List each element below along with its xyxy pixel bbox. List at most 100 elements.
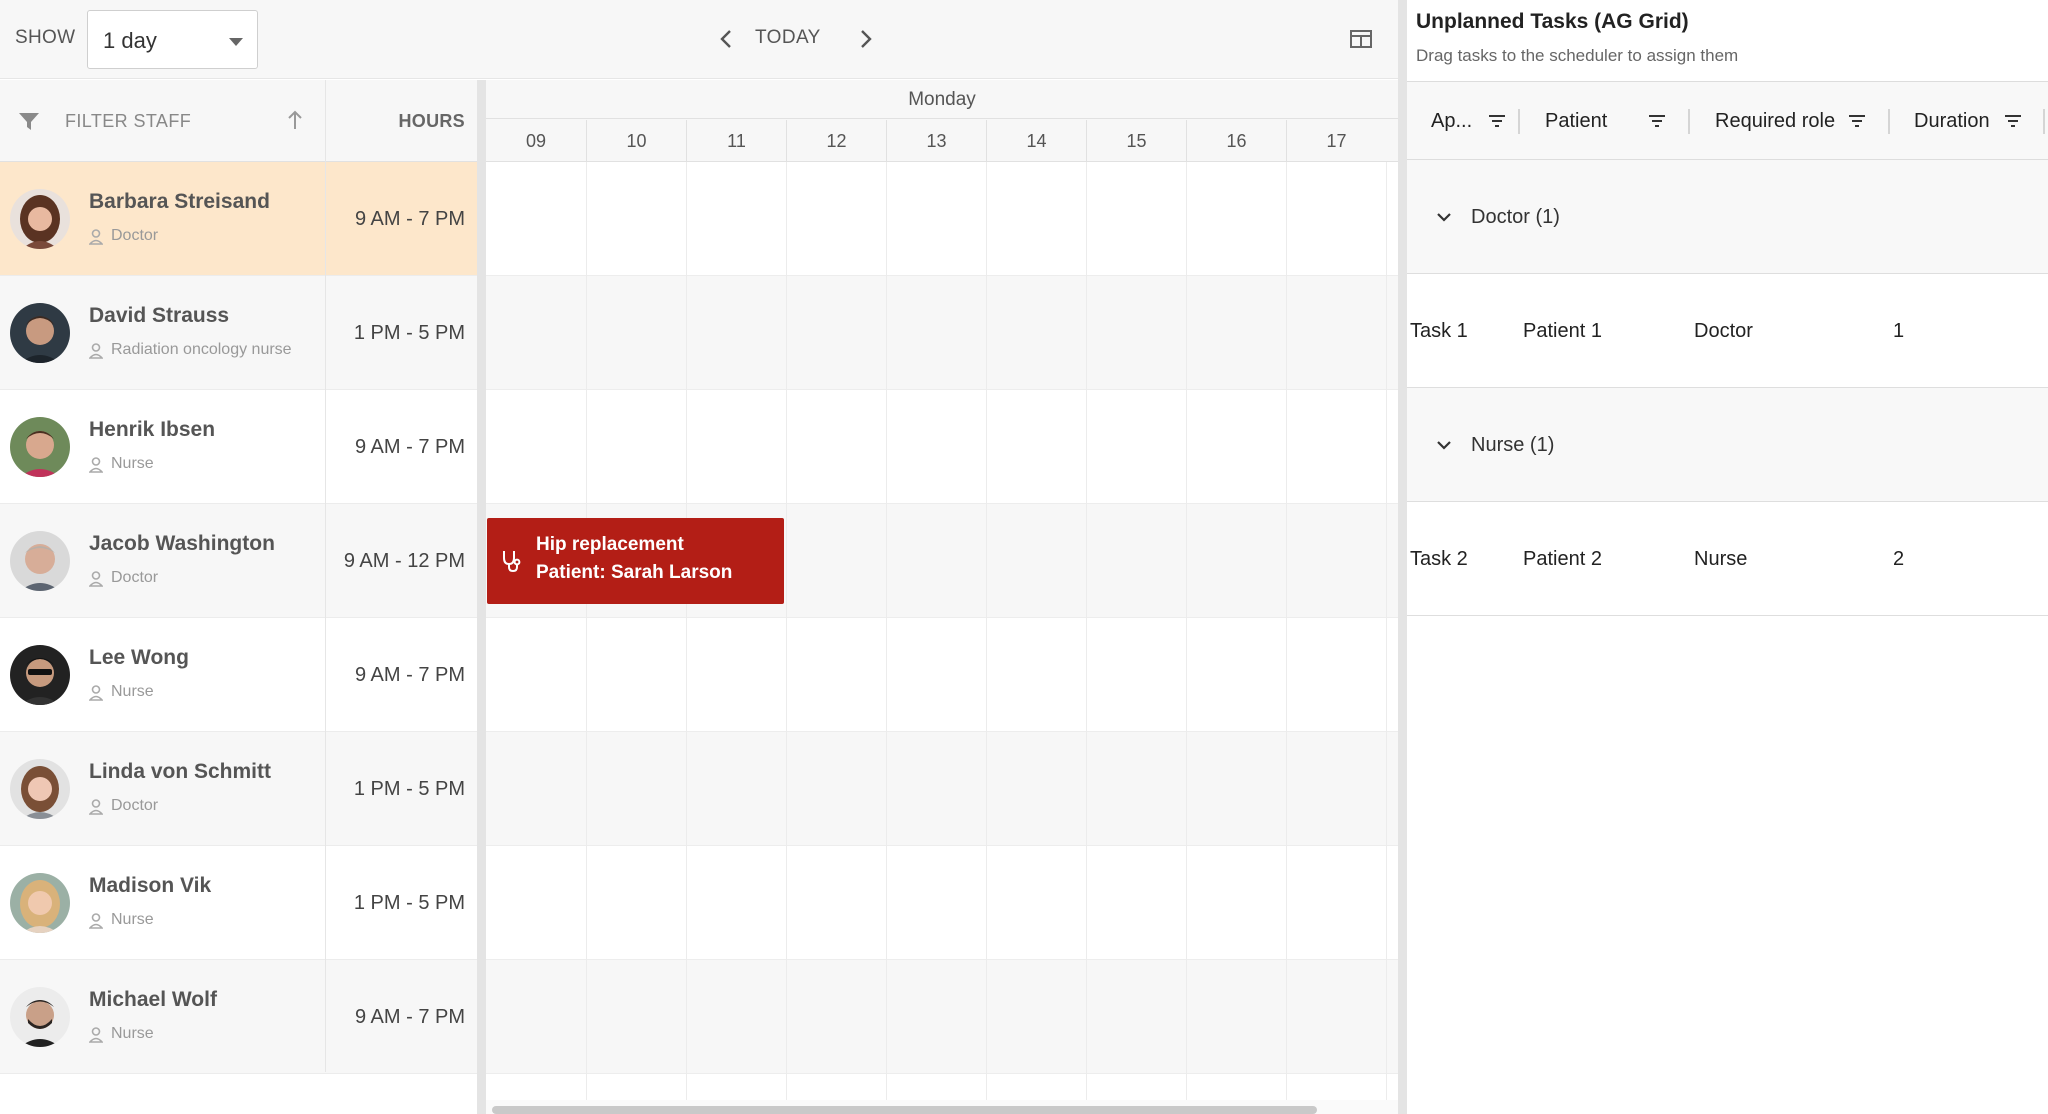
column-filter-icon[interactable]: [1487, 111, 1507, 131]
chevron-down-icon: [229, 38, 243, 46]
user-icon: [89, 1027, 103, 1043]
panel-splitter[interactable]: [1398, 0, 1407, 1114]
staff-hours: 9 AM - 7 PM: [354, 664, 465, 686]
staff-role: Nurse: [111, 1025, 154, 1042]
range-select[interactable]: 1 day: [87, 10, 258, 69]
avatar: [10, 759, 70, 819]
staff-row[interactable]: Linda von Schmitt Doctor 1 PM - 5 PM: [0, 732, 477, 846]
day-label: Monday: [486, 80, 1398, 119]
chevron-down-icon[interactable]: [1434, 435, 1454, 455]
next-icon[interactable]: [851, 24, 881, 54]
hour-gridline: [1086, 162, 1087, 1102]
staff-role: Nurse: [111, 683, 154, 700]
hours-column-divider: [325, 80, 326, 1072]
hour-tick: 12: [786, 120, 886, 162]
staff-role: Doctor: [111, 227, 159, 244]
task-patient: Patient 2: [1523, 548, 1602, 570]
chevron-down-icon[interactable]: [1434, 207, 1454, 227]
column-separator[interactable]: [1518, 109, 1520, 134]
today-button[interactable]: TODAY: [755, 27, 821, 49]
hour-tick: 09: [525, 131, 547, 151]
hours-column-header: HOURS: [398, 111, 465, 131]
column-filter-icon[interactable]: [2003, 111, 2023, 131]
staff-row[interactable]: Michael Wolf Nurse 9 AM - 7 PM: [0, 960, 477, 1074]
avatar: [10, 531, 70, 591]
column-header-required-role[interactable]: Required role: [1715, 82, 1835, 161]
avatar: [10, 873, 70, 933]
staff-row[interactable]: Lee Wong Nurse 9 AM - 7 PM: [0, 618, 477, 732]
unplanned-tasks-grid: Unplanned Tasks (AG Grid) Drag tasks to …: [1407, 0, 2048, 1114]
schedule-row[interactable]: [486, 618, 1398, 732]
task-role: Doctor: [1694, 320, 1753, 342]
group-row-doctor[interactable]: Doctor (1): [1407, 160, 2048, 274]
column-separator[interactable]: [2043, 109, 2045, 134]
stethoscope-icon: [503, 551, 521, 573]
schedule-row[interactable]: [486, 846, 1398, 960]
hour-tick: 10: [586, 120, 686, 162]
task-name: Task 2: [1410, 548, 1468, 570]
hour-gridline: [1186, 162, 1187, 1102]
column-header-patient[interactable]: Patient: [1545, 82, 1607, 161]
staff-hours: 9 AM - 7 PM: [354, 436, 465, 458]
group-label: Nurse (1): [1471, 434, 1555, 456]
staff-name: Jacob Washington: [89, 532, 275, 555]
column-header-duration[interactable]: Duration: [1914, 82, 1990, 161]
user-icon: [89, 685, 103, 701]
user-icon: [89, 343, 103, 359]
avatar: [10, 987, 70, 1047]
schedule-row[interactable]: [486, 276, 1398, 390]
staff-row[interactable]: Jacob Washington Doctor 9 AM - 12 PM: [0, 504, 477, 618]
hour-tick: 15: [1086, 120, 1186, 162]
staff-role: Doctor: [111, 797, 159, 814]
avatar: [10, 303, 70, 363]
staff-role: Nurse: [111, 911, 154, 928]
time-axis-header: Monday 09 10 11 12 13 14 15 16 17: [486, 80, 1398, 162]
group-row-nurse[interactable]: Nurse (1): [1407, 388, 2048, 502]
task-name: Task 1: [1410, 320, 1468, 342]
event-patient: Patient: Sarah Larson: [536, 562, 733, 583]
column-filter-icon[interactable]: [1847, 111, 1867, 131]
task-row[interactable]: Task 1 Patient 1 Doctor 1: [1407, 274, 2048, 388]
avatar: [10, 645, 70, 705]
staff-row[interactable]: Barbara Streisand Doctor 9 AM - 7 PM: [0, 162, 477, 276]
hour-tick: 13: [886, 120, 986, 162]
event-hip-replacement[interactable]: Hip replacement Patient: Sarah Larson: [487, 518, 784, 604]
hour-gridline: [1286, 162, 1287, 1102]
schedule-row[interactable]: [486, 162, 1398, 276]
hour-gridline: [586, 162, 587, 1102]
schedule-row[interactable]: [486, 390, 1398, 504]
user-icon: [89, 229, 103, 245]
filter-icon[interactable]: [16, 108, 42, 134]
grid-header: Ap... Patient Required role Duration: [1407, 81, 2048, 160]
column-separator[interactable]: [1688, 109, 1690, 134]
column-separator[interactable]: [1888, 109, 1890, 134]
scrollbar-thumb[interactable]: [492, 1106, 1317, 1114]
staff-row[interactable]: Madison Vik Nurse 1 PM - 5 PM: [0, 846, 477, 960]
staff-row[interactable]: Henrik Ibsen Nurse 9 AM - 7 PM: [0, 390, 477, 504]
column-header-appointment[interactable]: Ap...: [1431, 82, 1472, 161]
hour-gridline: [1386, 162, 1387, 1102]
scheduler-toolbar: SHOW 1 day TODAY: [0, 0, 1398, 79]
split-view-icon[interactable]: [1348, 26, 1374, 52]
hour-gridline: [886, 162, 887, 1102]
task-row[interactable]: Task 2 Patient 2 Nurse 2: [1407, 502, 2048, 616]
avatar: [10, 189, 70, 249]
hour-gridline: [786, 162, 787, 1102]
filter-staff-input[interactable]: FILTER STAFF: [65, 111, 191, 132]
staff-name: Henrik Ibsen: [89, 418, 216, 441]
staff-column-header: FILTER STAFF HOURS: [0, 80, 477, 162]
staff-hours: 1 PM - 5 PM: [353, 892, 465, 914]
column-filter-icon[interactable]: [1647, 111, 1667, 131]
staff-row[interactable]: David Strauss Radiation oncology nurse 1…: [0, 276, 477, 390]
pane-splitter[interactable]: [477, 80, 486, 1114]
schedule-row[interactable]: [486, 732, 1398, 846]
group-label: Doctor (1): [1471, 206, 1560, 228]
staff-name: Michael Wolf: [89, 988, 217, 1011]
sort-ascending-icon[interactable]: [286, 108, 304, 132]
task-patient: Patient 1: [1523, 320, 1602, 342]
previous-icon[interactable]: [711, 24, 741, 54]
task-duration: 1: [1893, 320, 1905, 342]
schedule-row[interactable]: [486, 960, 1398, 1074]
staff-name: Barbara Streisand: [89, 190, 270, 213]
hour-tick: 11: [686, 120, 786, 162]
